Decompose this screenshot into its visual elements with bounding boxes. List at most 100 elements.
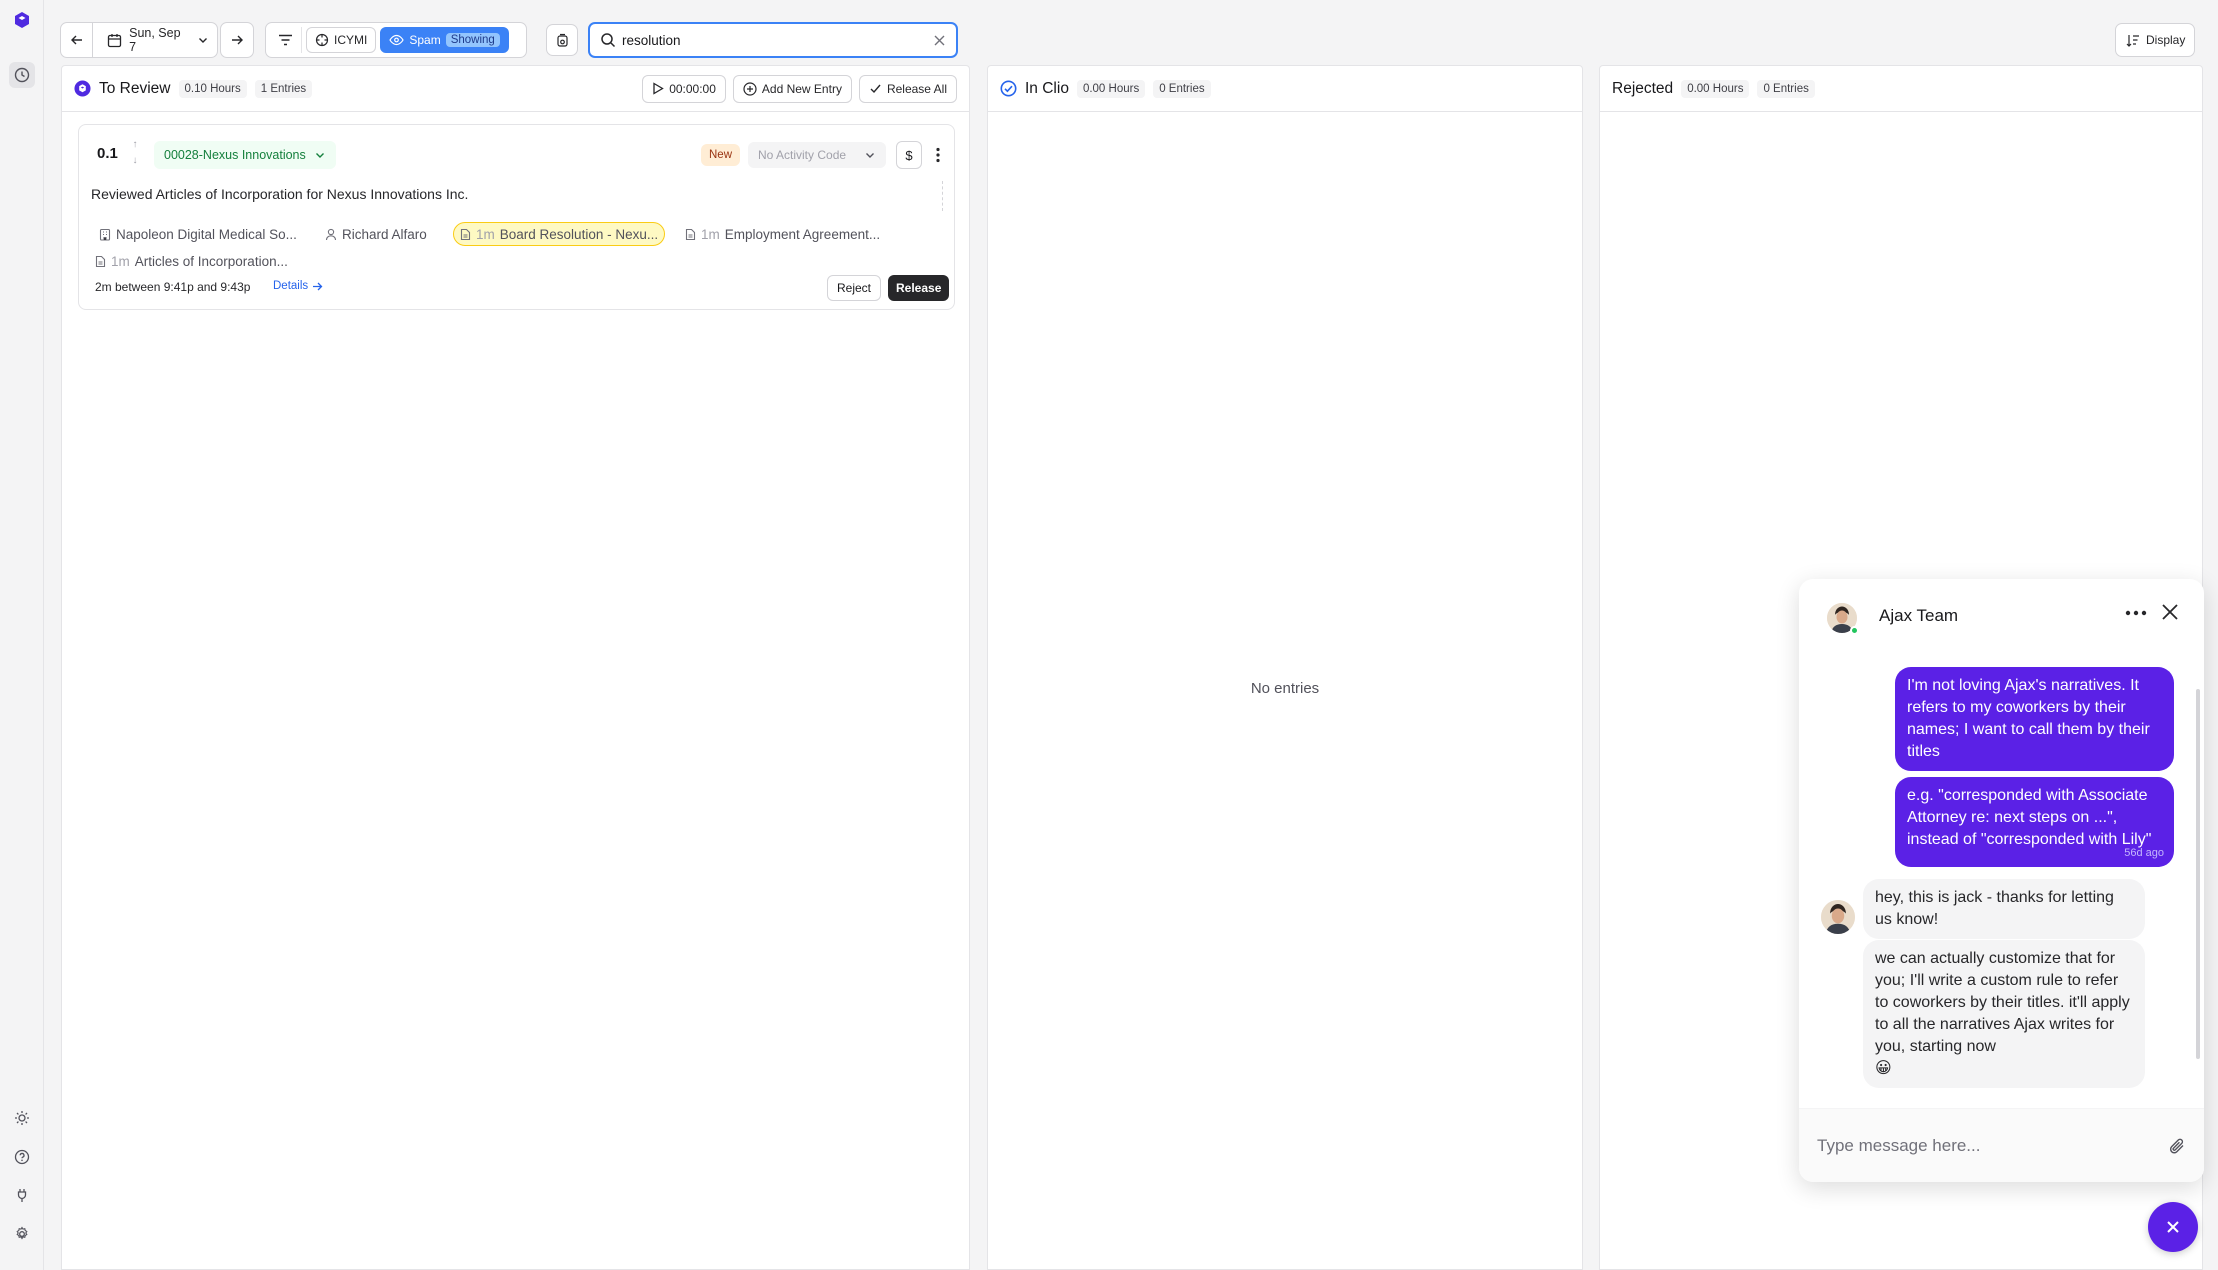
document-name: Employment Agreement... (724, 226, 881, 242)
chat-message-input[interactable] (1817, 1135, 2168, 1156)
person-label: Richard Alfaro (342, 226, 427, 242)
status-badge: New (701, 144, 741, 166)
document-tag-board-resolution[interactable]: 1m Board Resolution - Nexu... (453, 222, 666, 246)
previous-day-button[interactable] (61, 23, 94, 57)
document-icon (460, 228, 471, 240)
matter-label: 00028-Nexus Innovations (164, 148, 306, 162)
filter-lines-icon (279, 34, 292, 46)
to-review-header: To Review 0.10 Hours 1 Entries 00:00:00 … (62, 66, 969, 112)
spam-state-badge: Showing (445, 33, 500, 47)
arrow-up-icon[interactable]: ↑ (129, 137, 141, 153)
chat-scrollbar[interactable] (2196, 689, 2200, 1059)
user-icon (325, 228, 337, 240)
chat-title: Ajax Team (1879, 606, 1959, 625)
arrow-right-icon (313, 282, 323, 290)
display-label: Display (2146, 33, 2186, 47)
filter-button[interactable] (270, 27, 302, 53)
next-day-button[interactable] (220, 22, 254, 58)
left-rail (0, 0, 44, 1270)
client-tag[interactable]: Napoleon Digital Medical So... (93, 222, 303, 246)
document-time: 1m (701, 226, 720, 242)
online-status-dot (1850, 626, 1859, 635)
chat-more-options-icon[interactable] (2125, 605, 2147, 620)
narrative-resize-handle[interactable] (942, 181, 948, 211)
document-tag-employment-agreement[interactable]: 1m Employment Agreement... (679, 222, 886, 246)
hours-stepper[interactable]: ↑ ↓ (129, 137, 141, 171)
settings-gear-icon[interactable] (10, 1222, 34, 1246)
play-icon (653, 82, 664, 95)
rejected-header: Rejected 0.00 Hours 0 Entries (1600, 66, 2202, 112)
bell-off-icon (556, 33, 568, 47)
icymi-label: ICYMI (334, 33, 368, 47)
details-link[interactable]: Details (273, 280, 323, 292)
building-icon (99, 228, 111, 241)
rejected-hours: 0.00 Hours (1681, 79, 1750, 98)
icymi-toggle[interactable]: ICYMI (306, 27, 377, 53)
paperclip-icon[interactable] (2168, 1137, 2186, 1155)
arrow-down-icon[interactable]: ↓ (129, 153, 141, 169)
to-review-entries: 1 Entries (254, 79, 313, 98)
entry-more-menu-icon[interactable] (928, 143, 948, 167)
time-entry-card[interactable]: 0.1 ↑ ↓ 00028-Nexus Innovations New No A… (78, 124, 955, 310)
calendar-icon (107, 33, 122, 47)
chat-message-emoji: 😀 (1875, 1060, 1892, 1077)
entry-narrative[interactable]: Reviewed Articles of Incorporation for N… (91, 186, 468, 202)
chat-launcher-close-button[interactable] (2148, 1202, 2198, 1252)
chat-message-user: I'm not loving Ajax's narratives. It ref… (1895, 667, 2174, 771)
timer-label: 00:00:00 (669, 81, 716, 96)
in-clio-column: In Clio 0.00 Hours 0 Entries No entries (987, 65, 1583, 1270)
add-new-entry-label: Add New Entry (761, 81, 842, 96)
date-picker[interactable]: Sun, Sep 7 (99, 23, 217, 57)
person-tag[interactable]: Richard Alfaro (319, 222, 433, 246)
matter-selector[interactable]: 00028-Nexus Innovations (154, 141, 336, 169)
document-icon (685, 228, 696, 240)
entry-hours[interactable]: 0.1 (97, 145, 118, 162)
date-navigator: Sun, Sep 7 (60, 22, 218, 58)
filter-group: ICYMI Spam Showing (265, 22, 527, 58)
client-label: Napoleon Digital Medical So... (116, 226, 297, 242)
clear-search-icon[interactable] (933, 34, 946, 47)
release-all-button[interactable]: Release All (858, 74, 957, 103)
to-review-column: To Review 0.10 Hours 1 Entries 00:00:00 … (61, 65, 970, 1270)
entry-time-range: 2m between 9:41p and 9:43p (95, 280, 251, 294)
sort-lines-icon (2126, 34, 2139, 47)
search-input[interactable] (622, 32, 927, 48)
display-options-button[interactable]: Display (2115, 23, 2195, 57)
clio-check-icon (1000, 80, 1017, 97)
chat-close-icon[interactable] (2161, 603, 2179, 624)
add-new-entry-button[interactable]: Add New Entry (732, 74, 852, 103)
billable-toggle[interactable]: $ (896, 141, 922, 169)
theme-sun-icon[interactable] (10, 1106, 34, 1130)
message-timestamp: 56d ago (2124, 847, 2164, 859)
activity-code-selector[interactable]: No Activity Code (748, 142, 886, 168)
rejected-title: Rejected (1612, 79, 1674, 97)
agent-avatar (1821, 900, 1855, 934)
ajax-logo-icon (74, 80, 91, 97)
activity-code-label: No Activity Code (758, 148, 847, 162)
chat-message-agent: hey, this is jack - thanks for letting u… (1863, 879, 2145, 939)
eye-icon (389, 34, 405, 46)
document-time: 1m (111, 253, 130, 269)
help-icon[interactable] (10, 1145, 34, 1169)
document-name: Articles of Incorporation... (134, 253, 288, 269)
timer-button[interactable]: 00:00:00 (642, 74, 726, 103)
chat-composer (1799, 1108, 2204, 1182)
notification-toggle-button[interactable] (546, 24, 578, 56)
spam-toggle[interactable]: Spam Showing (380, 27, 509, 53)
document-icon (95, 255, 106, 267)
release-button[interactable]: Release (888, 275, 950, 301)
document-tag-articles[interactable]: 1m Articles of Incorporation... (89, 249, 294, 273)
app-logo-icon[interactable] (10, 8, 34, 32)
toolbar: Sun, Sep 7 ICYMI Spam Showing Display (60, 20, 2200, 60)
reject-button[interactable]: Reject (827, 275, 882, 301)
time-clock-icon[interactable] (9, 62, 35, 88)
chat-message-user: e.g. "corresponded with Associate Attorn… (1895, 777, 2174, 867)
chat-message-text: e.g. "corresponded with Associate Attorn… (1907, 787, 2152, 848)
integrations-plug-icon[interactable] (10, 1183, 34, 1207)
in-clio-empty-message: No entries (1250, 680, 1320, 697)
icymi-icon (315, 33, 329, 47)
to-review-actions: 00:00:00 Add New Entry Release All (642, 74, 957, 103)
rejected-entries: 0 Entries (1757, 79, 1815, 98)
chevron-down-icon (315, 153, 324, 158)
arrow-left-icon (70, 35, 82, 45)
